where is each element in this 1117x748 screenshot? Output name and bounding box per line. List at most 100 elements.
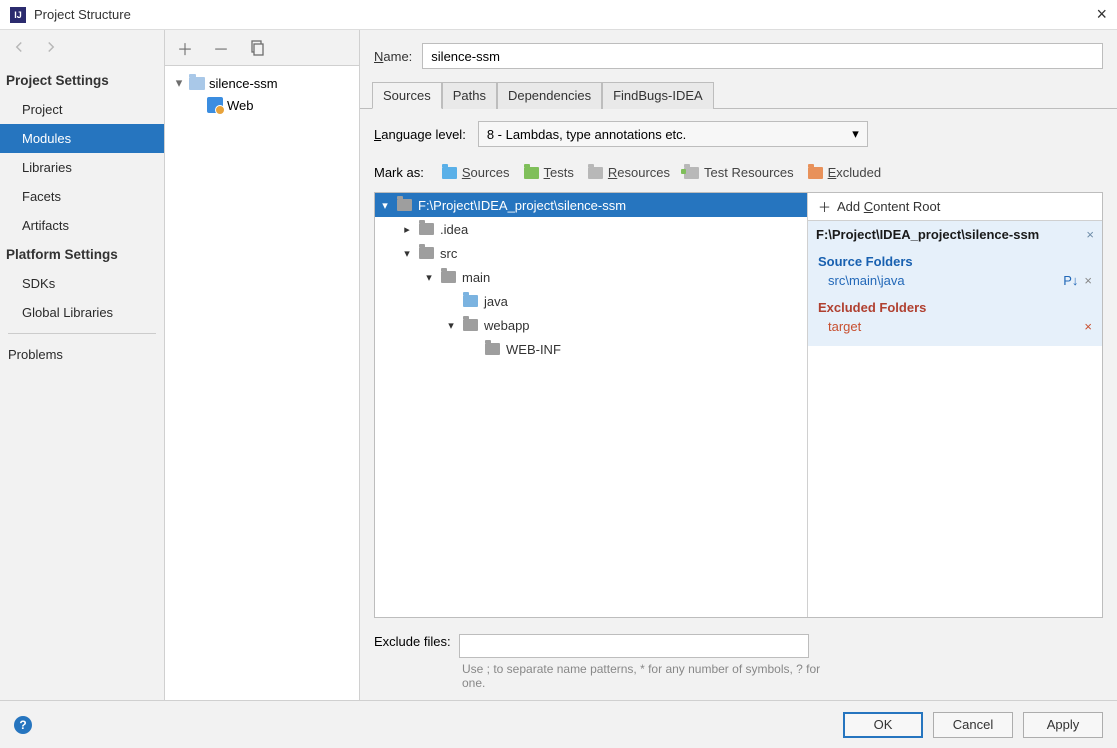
tree-item-label: src	[440, 246, 457, 261]
chevron-down-icon[interactable]: ▾	[423, 271, 435, 284]
help-icon[interactable]: ?	[14, 716, 32, 734]
detail-tabs: Sources Paths Dependencies FindBugs-IDEA	[360, 82, 1117, 109]
language-level-select[interactable]: 8 - Lambdas, type annotations etc. ▾	[478, 121, 868, 147]
close-icon[interactable]: ×	[1096, 4, 1107, 25]
folder-icon	[485, 343, 500, 355]
chevron-down-icon[interactable]: ▾	[401, 247, 413, 260]
tree-item-label: WEB-INF	[506, 342, 561, 357]
folder-icon	[397, 199, 412, 211]
add-content-root-button[interactable]: ＋ Add Content Root	[808, 193, 1102, 221]
add-module-icon[interactable]: ＋	[177, 40, 193, 56]
titlebar: IJ Project Structure ×	[0, 0, 1117, 30]
cancel-button[interactable]: Cancel	[933, 712, 1013, 738]
tree-item-label: main	[462, 270, 490, 285]
tab-paths[interactable]: Paths	[442, 82, 497, 109]
folder-icon	[419, 223, 434, 235]
nav-artifacts[interactable]: Artifacts	[0, 211, 164, 240]
content-root-info: ＋ Add Content Root F:\Project\IDEA_proje…	[807, 193, 1102, 617]
folder-resources-icon	[588, 167, 603, 179]
mark-tests[interactable]: Tests	[524, 165, 574, 180]
dialog-footer: ? OK Cancel Apply	[0, 700, 1117, 748]
forward-icon[interactable]	[42, 38, 60, 59]
mark-as-label: Mark as:	[374, 165, 424, 180]
tree-item[interactable]: ▾ webapp	[375, 313, 807, 337]
content-root-row[interactable]: ▾ F:\Project\IDEA_project\silence-ssm	[375, 193, 807, 217]
tree-item-label: java	[484, 294, 508, 309]
tab-sources[interactable]: Sources	[372, 82, 442, 109]
ok-button[interactable]: OK	[843, 712, 923, 738]
chevron-down-icon: ▾	[852, 126, 859, 142]
nav-problems[interactable]: Problems	[0, 340, 164, 369]
chevron-right-icon[interactable]: ▸	[401, 223, 413, 236]
folder-tests-icon	[524, 167, 539, 179]
module-tree-root[interactable]: ▾ silence-ssm	[169, 72, 355, 94]
exclude-files-label: Exclude files:	[374, 634, 451, 649]
folder-excluded-icon	[808, 167, 823, 179]
nav-modules[interactable]: Modules	[0, 124, 164, 153]
tab-dependencies[interactable]: Dependencies	[497, 82, 602, 109]
exclude-files-input[interactable]	[459, 634, 809, 658]
tree-item[interactable]: ▾ src	[375, 241, 807, 265]
nav-facets[interactable]: Facets	[0, 182, 164, 211]
nav-project[interactable]: Project	[0, 95, 164, 124]
detail-panel: Name: Sources Paths Dependencies FindBug…	[360, 30, 1117, 700]
excluded-folder-item[interactable]: target ×	[818, 317, 1092, 336]
chevron-down-icon[interactable]: ▾	[379, 199, 391, 212]
add-content-root-label: Add Content Root	[837, 199, 940, 214]
folder-icon	[419, 247, 434, 259]
source-folders-header: Source Folders	[818, 254, 1092, 269]
module-panel: ＋ － ▾ silence-ssm Web	[165, 30, 360, 700]
language-level-value: 8 - Lambdas, type annotations etc.	[487, 127, 686, 142]
plus-icon: ＋	[818, 197, 831, 216]
source-folder-item[interactable]: src\main\java P↓×	[818, 271, 1092, 290]
tree-item[interactable]: java	[375, 289, 807, 313]
content-tree: ▾ F:\Project\IDEA_project\silence-ssm ▸.…	[375, 193, 807, 617]
content-root-path-header: F:\Project\IDEA_project\silence-ssm ×	[808, 221, 1102, 248]
properties-icon[interactable]: P↓	[1063, 273, 1078, 288]
module-tree-web[interactable]: Web	[169, 94, 355, 116]
project-settings-header: Project Settings	[0, 66, 164, 95]
mark-sources[interactable]: Sources	[442, 165, 510, 180]
folder-icon	[189, 77, 205, 90]
back-icon[interactable]	[10, 38, 28, 59]
excluded-folders-header: Excluded Folders	[818, 300, 1092, 315]
folder-sources-icon	[442, 167, 457, 179]
window-title: Project Structure	[34, 7, 1096, 22]
remove-module-icon[interactable]: －	[213, 40, 229, 56]
tree-item-label: .idea	[440, 222, 468, 237]
nav-sdks[interactable]: SDKs	[0, 269, 164, 298]
tree-item[interactable]: ▸ .idea	[375, 217, 807, 241]
tree-item[interactable]: ▾ main	[375, 265, 807, 289]
nav-libraries[interactable]: Libraries	[0, 153, 164, 182]
app-icon: IJ	[10, 7, 26, 23]
remove-icon[interactable]: ×	[1084, 319, 1092, 334]
tree-item-label: webapp	[484, 318, 530, 333]
folder-test-resources-icon	[684, 167, 699, 179]
tree-item[interactable]: WEB-INF	[375, 337, 807, 361]
folder-icon	[441, 271, 456, 283]
folder-icon	[463, 319, 478, 331]
remove-icon[interactable]: ×	[1084, 273, 1092, 288]
module-web-label: Web	[227, 98, 254, 113]
remove-root-icon[interactable]: ×	[1086, 227, 1094, 242]
language-level-label: Language level:	[374, 127, 466, 142]
chevron-down-icon[interactable]: ▾	[173, 75, 185, 91]
folder-icon	[463, 295, 478, 307]
chevron-down-icon[interactable]: ▾	[445, 319, 457, 332]
mark-excluded[interactable]: Excluded	[808, 165, 881, 180]
tab-findbugs[interactable]: FindBugs-IDEA	[602, 82, 714, 109]
web-icon	[207, 97, 223, 113]
platform-settings-header: Platform Settings	[0, 240, 164, 269]
left-nav-panel: Project Settings Project Modules Librari…	[0, 30, 165, 700]
name-input[interactable]	[422, 43, 1103, 69]
name-label: Name:	[374, 49, 412, 64]
mark-test-resources[interactable]: Test Resources	[684, 165, 794, 180]
mark-resources[interactable]: Resources	[588, 165, 670, 180]
copy-module-icon[interactable]	[249, 40, 265, 56]
divider	[8, 333, 156, 334]
module-name: silence-ssm	[209, 76, 278, 91]
content-root-path: F:\Project\IDEA_project\silence-ssm	[418, 198, 626, 213]
apply-button[interactable]: Apply	[1023, 712, 1103, 738]
exclude-files-hint: Use ; to separate name patterns, * for a…	[374, 658, 834, 690]
nav-global-libraries[interactable]: Global Libraries	[0, 298, 164, 327]
